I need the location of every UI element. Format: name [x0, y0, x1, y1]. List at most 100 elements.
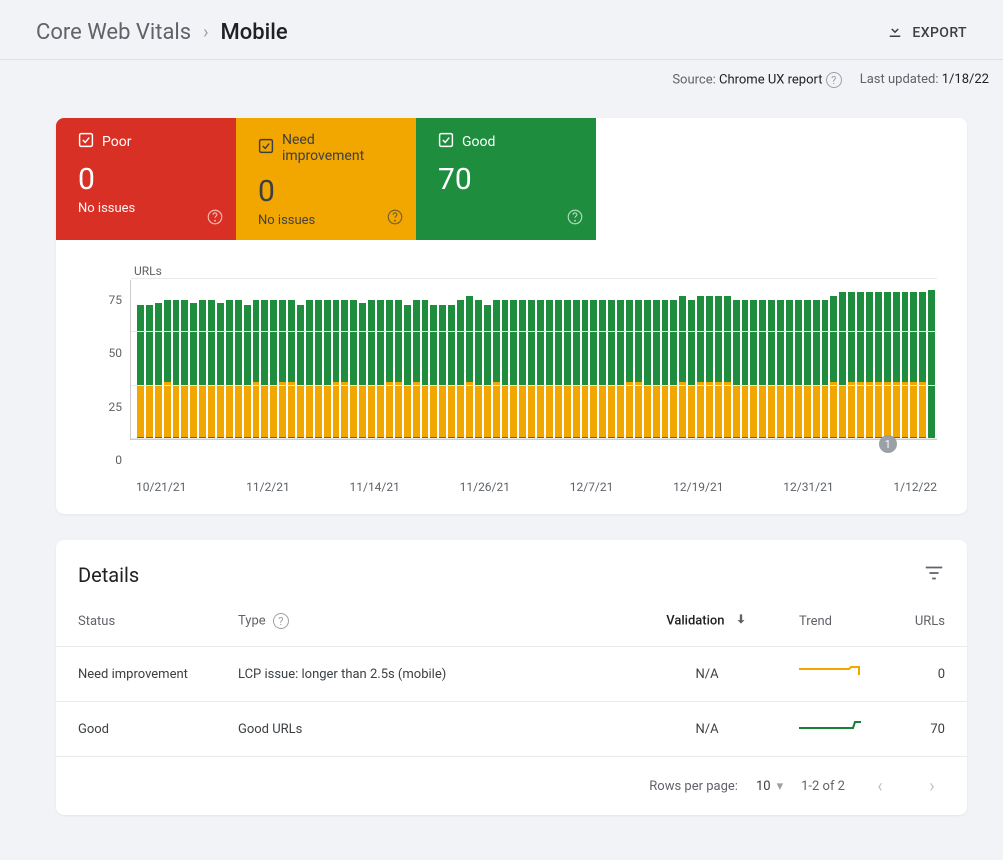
export-button[interactable]: EXPORT — [886, 22, 967, 44]
chart-bar[interactable] — [457, 300, 464, 439]
tile-good[interactable]: Good 70 — [416, 118, 596, 240]
chart-bar[interactable] — [235, 300, 242, 439]
chart-bar[interactable] — [626, 300, 633, 439]
chart-bar[interactable] — [270, 300, 277, 439]
chart-bar[interactable] — [208, 300, 215, 439]
chart-bar[interactable] — [670, 300, 677, 439]
chart-bar[interactable] — [404, 305, 411, 439]
chart-bar[interactable] — [875, 292, 882, 439]
chart-bar[interactable] — [555, 300, 562, 439]
chart-bar[interactable] — [582, 300, 589, 439]
chart-bar[interactable] — [777, 300, 784, 439]
chart-bar[interactable] — [448, 305, 455, 439]
chart-bar[interactable] — [662, 300, 669, 439]
chart-bar[interactable] — [573, 300, 580, 439]
chart-marker[interactable]: 1 — [879, 435, 897, 453]
chart-bar[interactable] — [164, 300, 171, 439]
chart-bar[interactable] — [759, 300, 766, 439]
chart-bar[interactable] — [190, 303, 197, 439]
chart-bar[interactable] — [537, 300, 544, 439]
help-icon[interactable] — [206, 208, 224, 230]
chart-bar[interactable] — [502, 300, 509, 439]
col-type[interactable]: Type ? — [216, 596, 637, 647]
chart-bar[interactable] — [715, 296, 722, 439]
chart-bar[interactable] — [510, 300, 517, 439]
chart-bar[interactable] — [279, 300, 286, 439]
chart-bar[interactable] — [288, 300, 295, 439]
chart-bar[interactable] — [839, 292, 846, 439]
chart-bar[interactable] — [919, 292, 926, 439]
chart-bar[interactable] — [181, 300, 188, 439]
breadcrumb-root[interactable]: Core Web Vitals — [36, 20, 191, 45]
chart-bar[interactable] — [466, 296, 473, 439]
chart-bar[interactable] — [528, 300, 535, 439]
chart-bar[interactable] — [795, 300, 802, 439]
chart-bar[interactable] — [902, 292, 909, 439]
chart-bar[interactable] — [519, 300, 526, 439]
chart-bar[interactable] — [884, 292, 891, 439]
chart-bar[interactable] — [857, 292, 864, 439]
chart-bar[interactable] — [644, 300, 651, 439]
table-row[interactable]: Need improvementLCP issue: longer than 2… — [56, 647, 967, 702]
help-icon[interactable] — [566, 208, 584, 230]
chart-bar[interactable] — [439, 305, 446, 439]
chart-bar[interactable] — [359, 303, 366, 439]
chart-bar[interactable] — [804, 300, 811, 439]
chart-bar[interactable] — [341, 300, 348, 439]
chart-bar[interactable] — [813, 300, 820, 439]
col-status[interactable]: Status — [56, 596, 216, 647]
chart-bar[interactable] — [253, 300, 260, 439]
help-icon[interactable]: ? — [273, 613, 289, 629]
chart-bar[interactable] — [350, 300, 357, 439]
tile-need-improvement[interactable]: Need improvement 0 No issues — [236, 118, 416, 240]
tile-poor[interactable]: Poor 0 No issues — [56, 118, 236, 240]
chart-bar[interactable] — [395, 300, 402, 439]
chart-bar[interactable] — [786, 300, 793, 439]
chart-bar[interactable] — [226, 300, 233, 439]
col-trend[interactable]: Trend — [777, 596, 887, 647]
chart-bar[interactable] — [377, 300, 384, 439]
help-icon[interactable]: ? — [826, 72, 842, 88]
prev-page-button[interactable]: ‹ — [863, 769, 897, 803]
chart-bar[interactable] — [297, 305, 304, 439]
chart-bar[interactable] — [750, 300, 757, 439]
chart-bar[interactable] — [217, 303, 224, 439]
chart-bar[interactable] — [848, 292, 855, 439]
chart-bar[interactable] — [724, 296, 731, 439]
page-size-select[interactable]: 10 ▾ — [756, 779, 783, 794]
chart-bar[interactable] — [137, 305, 144, 439]
chart-bar[interactable] — [599, 300, 606, 439]
chart-bar[interactable] — [706, 296, 713, 439]
chart-bar[interactable] — [822, 300, 829, 439]
chart-bar[interactable] — [733, 300, 740, 439]
chart-bar[interactable] — [742, 300, 749, 439]
chart-bar[interactable] — [768, 300, 775, 439]
chart-bar[interactable] — [635, 300, 642, 439]
chart-bar[interactable] — [422, 300, 429, 439]
chart-bar[interactable] — [910, 292, 917, 439]
chart-bar[interactable] — [484, 305, 491, 439]
table-row[interactable]: GoodGood URLsN/A70 — [56, 702, 967, 757]
chart-bar[interactable] — [333, 300, 340, 439]
help-icon[interactable] — [386, 208, 404, 230]
col-urls[interactable]: URLs — [887, 596, 967, 647]
chart-bar[interactable] — [386, 300, 393, 439]
chart-bar[interactable] — [324, 300, 331, 439]
chart-bar[interactable] — [866, 292, 873, 439]
col-validation[interactable]: Validation — [637, 596, 777, 647]
chart-bar[interactable] — [590, 300, 597, 439]
chart-bar[interactable] — [261, 300, 268, 439]
chart-bar[interactable] — [928, 290, 935, 439]
chart-bar[interactable] — [617, 300, 624, 439]
chart-bar[interactable] — [146, 305, 153, 439]
chart-bar[interactable] — [688, 300, 695, 439]
next-page-button[interactable]: › — [915, 769, 949, 803]
chart-bar[interactable] — [697, 296, 704, 439]
chart-bar[interactable] — [679, 296, 686, 439]
chart-bar[interactable] — [315, 300, 322, 439]
chart-bar[interactable] — [653, 300, 660, 439]
chart-bar[interactable] — [368, 300, 375, 439]
chart-bar[interactable] — [199, 300, 206, 439]
filter-icon[interactable] — [923, 562, 945, 588]
chart-bar[interactable] — [564, 300, 571, 439]
